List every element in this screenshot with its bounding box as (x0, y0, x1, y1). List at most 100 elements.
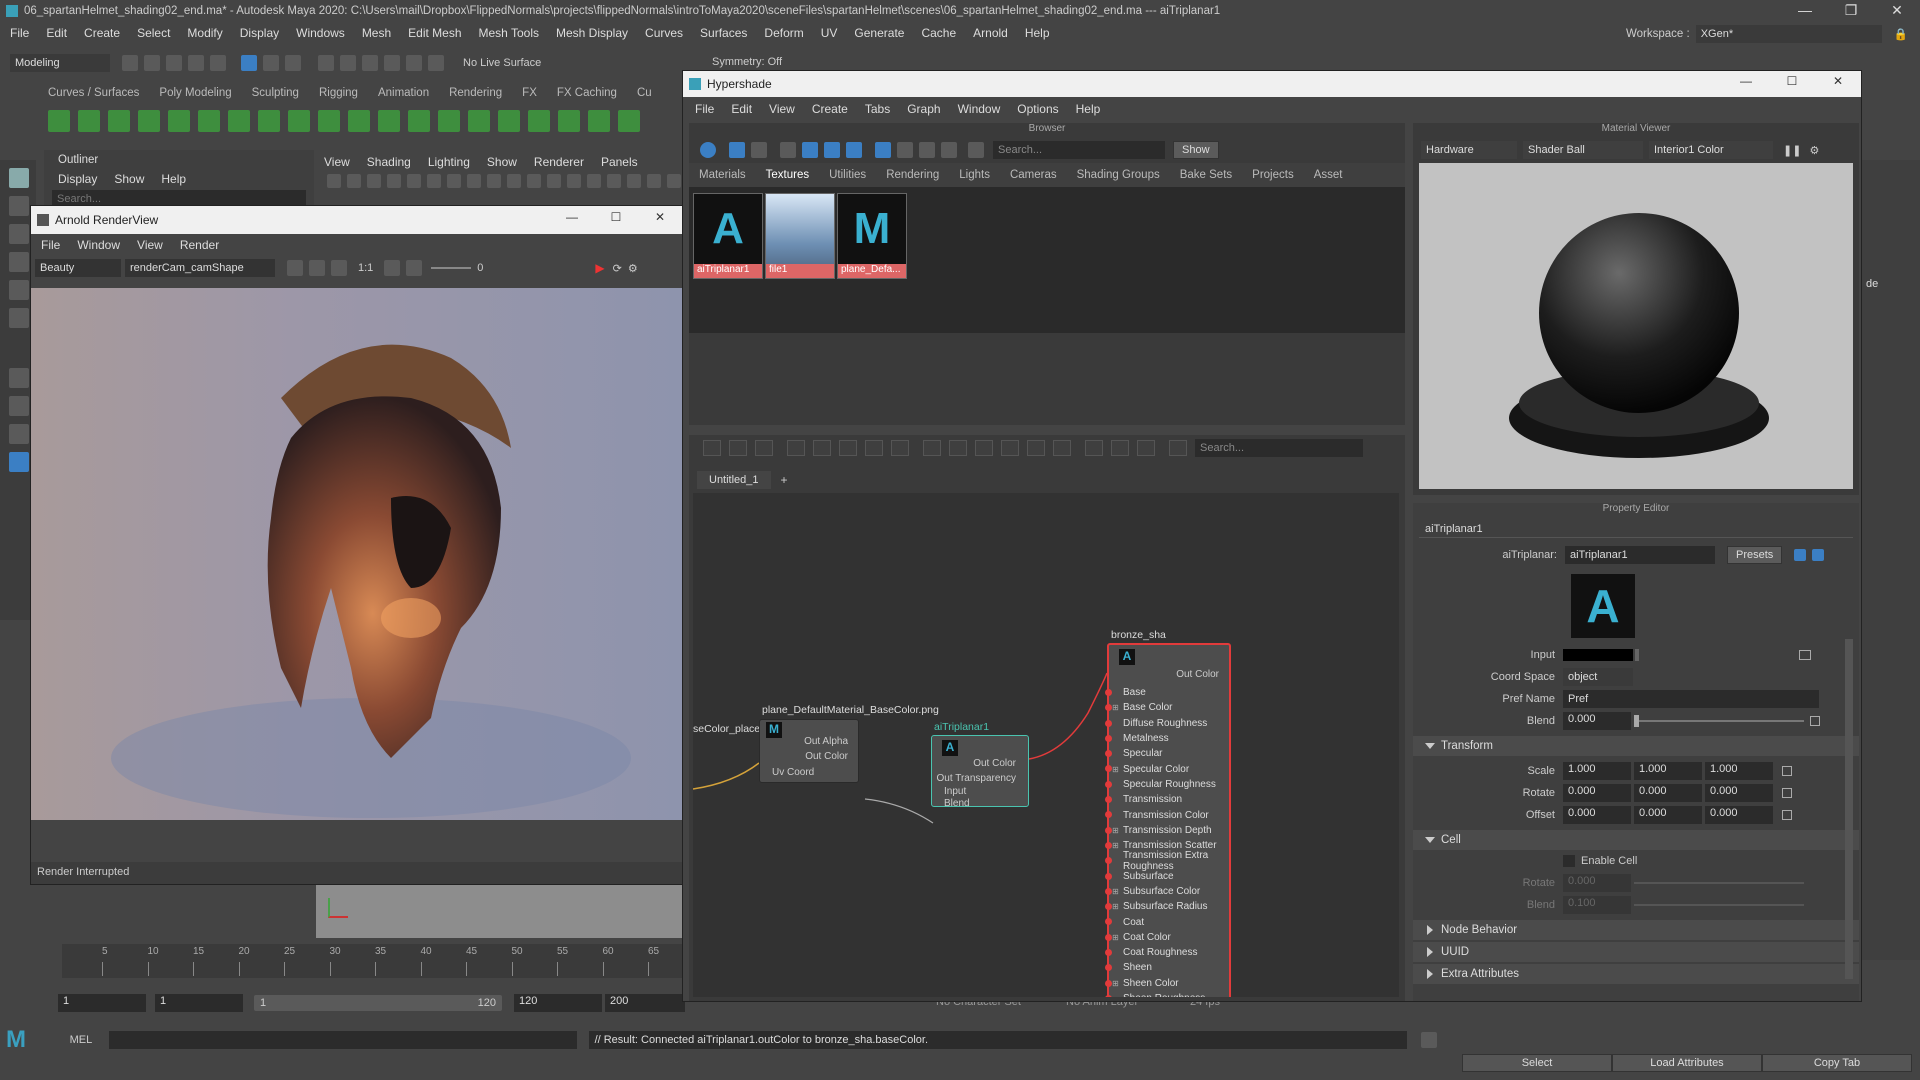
viewport-tool-icon[interactable] (447, 174, 461, 188)
viewport-tool-icon[interactable] (627, 174, 641, 188)
scale-z[interactable]: 1.000 (1705, 762, 1773, 780)
menu-select[interactable]: Select (137, 26, 170, 40)
camera-dropdown[interactable]: renderCam_camShape (125, 259, 275, 277)
viewport-tool-icon[interactable] (647, 174, 661, 188)
rotate-x[interactable]: 0.000 (1563, 784, 1631, 802)
blend-field[interactable]: 0.000 (1563, 712, 1631, 730)
single-view-icon[interactable] (9, 368, 29, 388)
select-by-component-icon[interactable] (285, 55, 301, 71)
show-hide-icon[interactable] (1812, 549, 1825, 561)
viewport-tool-icon[interactable] (607, 174, 621, 188)
viewport-tool-icon[interactable] (547, 174, 561, 188)
pin-icon[interactable] (1137, 440, 1155, 456)
open-scene-icon[interactable] (144, 55, 160, 71)
scale-x[interactable]: 1.000 (1563, 762, 1631, 780)
hypershade-menu-item[interactable]: Window (958, 102, 1001, 116)
blend-slider[interactable] (1634, 715, 1804, 727)
viewport-tool-icon[interactable] (527, 174, 541, 188)
graph-search[interactable]: Search... (1195, 439, 1363, 457)
graph-io-icon[interactable] (729, 440, 747, 456)
bronze-attr-port[interactable]: Subsurface Color (1105, 884, 1229, 899)
input-slider[interactable] (1635, 649, 1639, 661)
input-map-icon[interactable] (1799, 650, 1811, 660)
bronze-attr-port[interactable]: Base Color (1105, 700, 1229, 715)
rv-close-icon[interactable]: ✕ (638, 210, 682, 224)
hypershade-menu-item[interactable]: Options (1017, 102, 1058, 116)
shelf-tool-icon[interactable] (408, 110, 430, 132)
file-out-color[interactable]: Out Color (805, 751, 848, 762)
viewport-tool-icon[interactable] (507, 174, 521, 188)
isolate-icon[interactable] (1053, 440, 1071, 456)
outliner-menu-item[interactable]: Show (114, 172, 144, 186)
hypershade-menu-item[interactable]: Graph (907, 102, 940, 116)
close-icon[interactable]: ✕ (1874, 2, 1920, 19)
swatch-plane-default[interactable]: Mplane_Defa... (837, 193, 907, 279)
viewport-menu-item[interactable]: View (324, 155, 350, 169)
menu-create[interactable]: Create (84, 26, 120, 40)
show-button[interactable]: Show (1173, 141, 1219, 159)
bronze-attr-port[interactable]: Transmission Extra Roughness (1105, 850, 1229, 872)
load-attributes-button[interactable]: Load Attributes (1612, 1054, 1762, 1072)
browser-search[interactable]: Search... (993, 141, 1165, 159)
menu-file[interactable]: File (10, 26, 29, 40)
scale-map-icon[interactable] (1782, 766, 1792, 776)
save-scene-icon[interactable] (166, 55, 182, 71)
viewport-tool-icon[interactable] (327, 174, 341, 188)
time-slider[interactable]: 5 10 15 20 25 30 35 40 45 50 55 60 65 (62, 944, 690, 978)
node-name-field[interactable]: aiTriplanar1 (1565, 546, 1715, 564)
rotate-y[interactable]: 0.000 (1634, 784, 1702, 802)
pause-icon[interactable]: ❚❚ (1783, 144, 1801, 157)
workspace-selector[interactable]: Workspace : XGen* 🔒 (1626, 25, 1908, 43)
bronze-attr-port[interactable]: Diffuse Roughness (1105, 716, 1229, 731)
swatch-file1[interactable]: file1 (765, 193, 835, 279)
add-icon[interactable] (891, 440, 909, 456)
bronze-attr-port[interactable]: Transmission Depth (1105, 823, 1229, 838)
graph-tab-add[interactable]: + (781, 473, 788, 487)
browser-tab[interactable]: Lights (959, 169, 990, 181)
node-behavior-section[interactable]: Node Behavior (1413, 920, 1859, 940)
snap-grid-icon[interactable] (318, 55, 334, 71)
viewport-tool-icon[interactable] (467, 174, 481, 188)
frame-icon[interactable] (384, 260, 401, 276)
menu-mesh-display[interactable]: Mesh Display (556, 26, 628, 40)
triplanar-out-color[interactable]: Out Color (973, 758, 1016, 769)
bronze-attr-port[interactable]: Subsurface Radius (1105, 899, 1229, 914)
bronze-attr-port[interactable]: Base (1105, 685, 1229, 700)
bronze-node[interactable]: bronze_sha A Out Color BaseBase ColorDif… (1105, 629, 1231, 997)
snap-surface-icon[interactable] (406, 55, 422, 71)
focus-icon[interactable] (1794, 549, 1807, 561)
shelf-tool-icon[interactable] (318, 110, 340, 132)
shelf-tool-icon[interactable] (228, 110, 250, 132)
mel-label[interactable]: MEL (70, 1034, 106, 1046)
refresh-icon[interactable]: ⟳ (613, 262, 622, 275)
viewport-menu-item[interactable]: Shading (367, 155, 411, 169)
bronze-attr-port[interactable]: Specular (1105, 746, 1229, 761)
pref-name-field[interactable]: Pref (1563, 690, 1819, 708)
shelf-tool-icon[interactable] (498, 110, 520, 132)
lock-icon[interactable]: 🔒 (1894, 27, 1908, 41)
transform-section[interactable]: Transform (1413, 736, 1859, 756)
mv-settings-icon[interactable]: ⚙ (1809, 144, 1819, 157)
browser-tab[interactable]: Asset (1314, 169, 1343, 181)
property-editor-tab[interactable]: aiTriplanar1 (1419, 521, 1853, 538)
input-color-swatch[interactable] (1563, 649, 1633, 661)
bronze-attr-port[interactable]: Transmission (1105, 792, 1229, 807)
large-icons-icon[interactable] (824, 142, 840, 158)
select-by-object-icon[interactable] (263, 55, 279, 71)
shelf-tool-icon[interactable] (438, 110, 460, 132)
viewport-menu-item[interactable]: Show (487, 155, 517, 169)
history-icon[interactable] (428, 55, 444, 71)
shelf-tab[interactable]: Animation (378, 87, 429, 99)
menu-generate[interactable]: Generate (854, 26, 904, 40)
small-icons-icon[interactable] (780, 142, 796, 158)
bronze-attr-port[interactable]: Specular Roughness (1105, 777, 1229, 792)
graph-tab[interactable]: Untitled_1 (697, 471, 771, 489)
viewport-tool-icon[interactable] (407, 174, 421, 188)
hypershade-menu-item[interactable]: View (769, 102, 795, 116)
sort-time-icon[interactable] (919, 142, 935, 158)
menu-curves[interactable]: Curves (645, 26, 683, 40)
hypershade-menu-item[interactable]: File (695, 102, 714, 116)
grid-icon[interactable] (1085, 440, 1103, 456)
triplanar-blend[interactable]: Blend (944, 798, 970, 809)
browser-tab[interactable]: Materials (699, 169, 746, 181)
